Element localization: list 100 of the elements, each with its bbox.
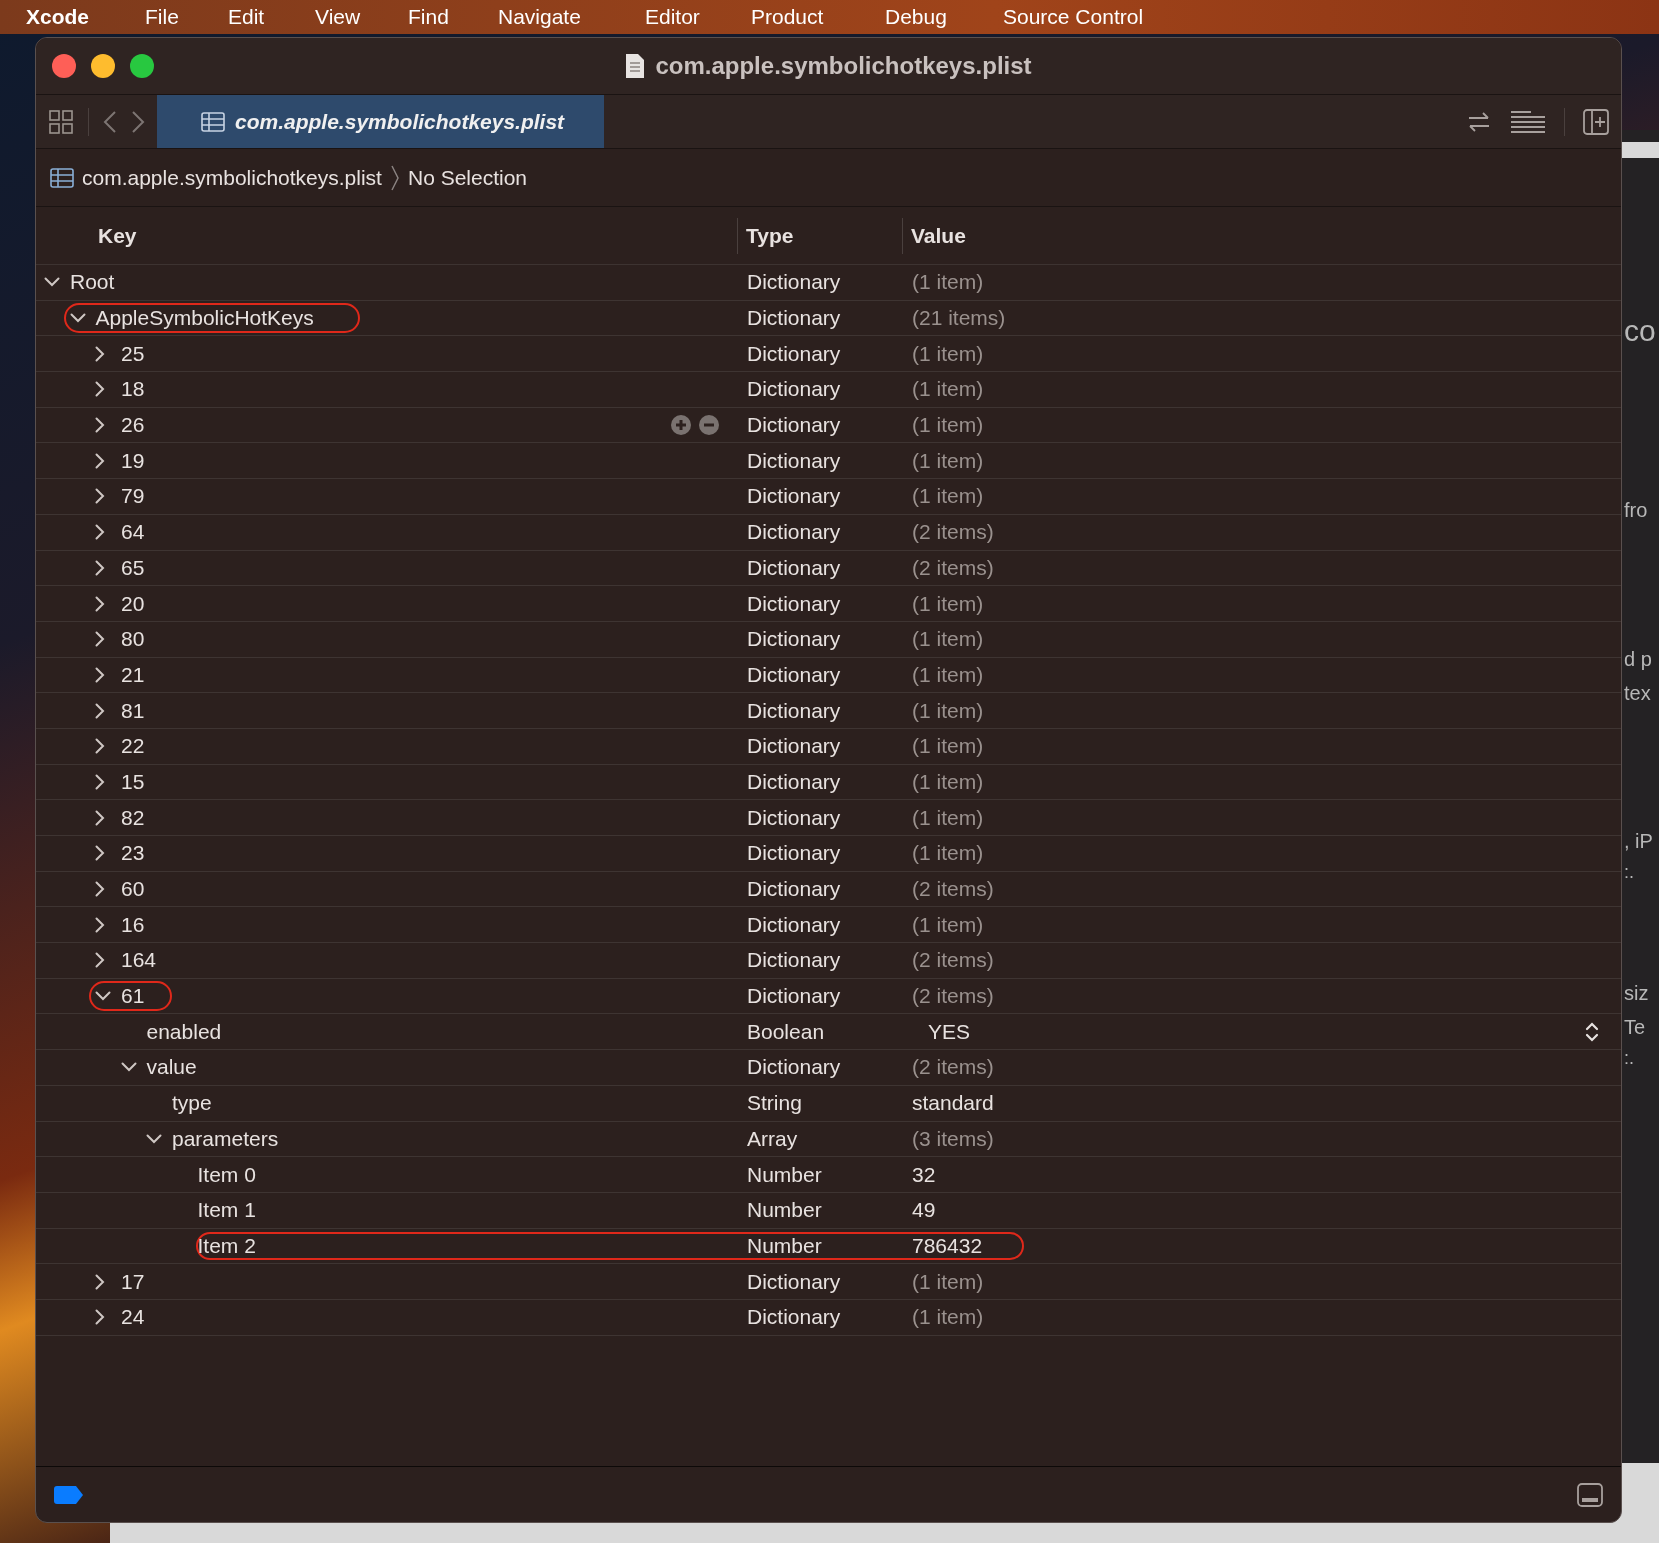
type-cell-text: Dictionary — [746, 805, 842, 830]
column-header[interactable]: Key — [98, 223, 137, 248]
chevron-right-icon[interactable] — [95, 1309, 105, 1326]
chevron-right-icon[interactable] — [95, 488, 105, 505]
key-label: 22 — [121, 734, 145, 759]
remove-icon[interactable] — [698, 414, 720, 437]
chevron-right-icon[interactable] — [95, 631, 105, 648]
chevron-right-icon[interactable] — [95, 595, 105, 612]
type-cell-text: Dictionary — [746, 520, 842, 545]
stepper-icon[interactable] — [1585, 1020, 1599, 1043]
chevron-down-icon[interactable] — [95, 991, 111, 1002]
column-header[interactable]: Type — [746, 223, 794, 248]
text-fragment: Te — [1624, 1016, 1646, 1039]
add-editor-icon[interactable] — [1583, 108, 1609, 135]
key-label: Root — [70, 270, 115, 295]
key-label: 79 — [121, 484, 145, 509]
chevron-down-icon[interactable] — [44, 277, 60, 288]
chevron-right-icon[interactable] — [95, 381, 105, 398]
window-title: com.apple.symbolichotkeys.plist — [655, 52, 1032, 80]
key-label: 18 — [121, 377, 145, 402]
text-fragment: siz — [1624, 982, 1649, 1005]
type-cell-text: Dictionary — [746, 306, 842, 331]
chevron-right-icon[interactable] — [95, 559, 105, 576]
key-label: Item 0 — [197, 1162, 256, 1187]
value-cell: (1 item) — [912, 627, 984, 652]
chevron-right-icon[interactable] — [95, 952, 105, 969]
type-cell-text: Dictionary — [746, 769, 842, 794]
menu-item[interactable]: Xcode — [26, 5, 90, 29]
menu-item[interactable]: Edit — [228, 5, 265, 29]
swap-arrows-icon[interactable] — [1466, 109, 1492, 134]
key-label: 20 — [121, 591, 145, 616]
menu-item[interactable]: Debug — [885, 5, 947, 29]
chevron-right-icon[interactable] — [95, 881, 105, 898]
value-cell: (1 item) — [912, 377, 984, 402]
value-cell: (2 items) — [912, 1055, 994, 1080]
editor-tab[interactable]: com.apple.symbolichotkeys.plist — [157, 95, 605, 148]
text-fragment: tex — [1624, 682, 1651, 705]
chevron-down-icon[interactable] — [69, 313, 86, 324]
key-label: 19 — [121, 448, 145, 473]
breadcrumb-item[interactable]: No Selection — [407, 165, 528, 190]
type-cell-text: Number — [746, 1233, 823, 1258]
chevron-right-icon[interactable] — [95, 666, 105, 683]
chevron-right-icon[interactable] — [95, 524, 105, 541]
key-label: 164 — [121, 948, 157, 973]
menu-item[interactable]: File — [145, 5, 179, 29]
type-cell-text: Array — [746, 1126, 799, 1151]
menu-item[interactable]: Product — [751, 5, 824, 29]
lines-icon[interactable] — [1510, 109, 1546, 134]
chevron-right-icon[interactable] — [95, 738, 105, 755]
type-cell-text: Dictionary — [746, 270, 842, 295]
chevron-down-icon[interactable] — [146, 1133, 162, 1144]
value-cell: (1 item) — [912, 1269, 984, 1294]
value-cell: standard — [912, 1091, 994, 1116]
type-cell-text: Dictionary — [746, 948, 842, 973]
chevron-right-icon[interactable] — [95, 702, 105, 719]
menu-item[interactable]: Editor — [645, 5, 700, 29]
value-cell: (1 item) — [912, 662, 984, 687]
key-label: 21 — [121, 662, 145, 687]
menu-item[interactable]: Navigate — [498, 5, 581, 29]
tag-icon[interactable] — [54, 1485, 84, 1504]
panel-icon[interactable] — [1577, 1482, 1603, 1507]
column-header[interactable]: Value — [911, 223, 966, 248]
type-cell-text: Dictionary — [746, 984, 842, 1009]
key-label: 81 — [121, 698, 145, 723]
menu-item[interactable]: Source Control — [1003, 5, 1144, 29]
chevron-right-icon[interactable] — [95, 1273, 105, 1290]
key-label: 23 — [121, 841, 145, 866]
chevron-right-icon[interactable] — [95, 417, 105, 434]
key-label: 24 — [121, 1305, 145, 1330]
type-cell-text: Dictionary — [746, 484, 842, 509]
minimize-button[interactable] — [91, 54, 115, 78]
menu-item[interactable]: View — [315, 5, 361, 29]
back-icon[interactable] — [103, 109, 117, 134]
zoom-button[interactable] — [130, 54, 154, 78]
value-cell: (1 item) — [912, 734, 984, 759]
forward-icon[interactable] — [131, 109, 145, 134]
type-cell-text: Dictionary — [746, 734, 842, 759]
value-cell: (1 item) — [912, 1305, 984, 1330]
chevron-right-icon[interactable] — [95, 452, 105, 469]
key-label: 26 — [121, 413, 145, 438]
chevron-right-icon[interactable] — [95, 773, 105, 790]
chevron-right-icon[interactable] — [95, 345, 105, 362]
type-cell-text: Dictionary — [746, 662, 842, 687]
add-icon[interactable] — [670, 414, 692, 437]
table-icon — [201, 111, 225, 132]
type-cell-text: Dictionary — [746, 1305, 842, 1330]
key-label: Item 1 — [197, 1198, 256, 1223]
chevron-right-icon[interactable] — [95, 809, 105, 826]
close-button[interactable] — [52, 54, 76, 78]
key-label: parameters — [172, 1126, 279, 1151]
grid-icon[interactable] — [48, 108, 74, 135]
value-cell: (1 item) — [912, 841, 984, 866]
chevron-down-icon[interactable] — [120, 1062, 137, 1073]
chevron-right-icon[interactable] — [95, 845, 105, 862]
type-cell-text: Boolean — [746, 1019, 826, 1044]
menu-item[interactable]: Find — [408, 5, 449, 29]
type-cell-text: Dictionary — [746, 841, 842, 866]
type-cell-text: Dictionary — [746, 341, 842, 366]
chevron-right-icon[interactable] — [95, 916, 105, 933]
breadcrumb-item[interactable]: com.apple.symbolichotkeys.plist — [82, 165, 382, 190]
